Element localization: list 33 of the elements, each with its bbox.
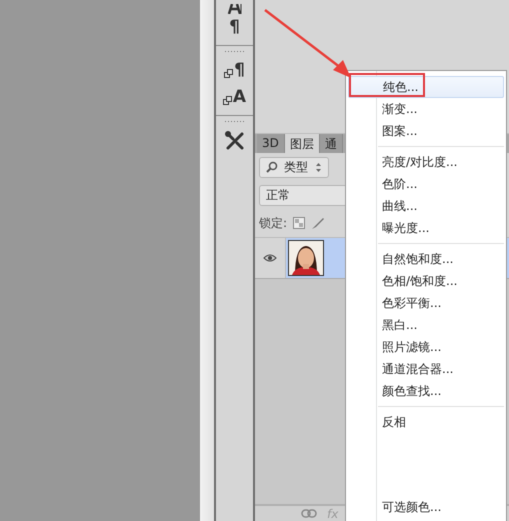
menu-item[interactable]: 通道混合器...: [348, 358, 504, 380]
menu-item[interactable]: 曝光度...: [348, 217, 504, 239]
type-tool-icon[interactable]: [226, 4, 242, 14]
menu-item[interactable]: 黑白...: [348, 314, 504, 336]
checkerboard-icon[interactable]: [293, 217, 306, 229]
grip-handle[interactable]: [216, 115, 253, 122]
menu-item[interactable]: 图案...: [348, 120, 504, 142]
tool-glyph[interactable]: A: [232, 89, 246, 106]
menu-item[interactable]: 颜色查找...: [348, 380, 504, 402]
boxes-icon: [224, 69, 234, 78]
grip-handle[interactable]: [216, 45, 253, 52]
menu-item[interactable]: 色相/饱和度...: [348, 270, 504, 292]
panel-tab[interactable]: 通: [320, 134, 343, 153]
menu-item[interactable]: 纯色...: [348, 76, 504, 98]
panel-tab[interactable]: 3D: [257, 134, 285, 153]
eye-icon[interactable]: [263, 253, 277, 263]
menu-item[interactable]: 亮度/对比度...: [348, 151, 504, 173]
menu-item[interactable]: 渐变...: [348, 98, 504, 120]
menu-item[interactable]: 反相: [348, 411, 504, 433]
lock-label: 锁定:: [259, 214, 288, 232]
tools-icon[interactable]: [224, 130, 246, 152]
menu-item[interactable]: 色彩平衡...: [348, 292, 504, 314]
panel-tab[interactable]: 图层: [284, 134, 320, 153]
brush-icon[interactable]: [311, 216, 326, 230]
search-icon: [266, 161, 278, 173]
link-icon: [301, 509, 317, 518]
updown-icon: [315, 162, 322, 172]
tool-glyph[interactable]: ¶: [229, 19, 240, 36]
boxes-icon: [222, 96, 232, 105]
menu-item[interactable]: 照片滤镜...: [348, 336, 504, 358]
filter-dropdown[interactable]: 类型: [259, 156, 329, 178]
menu-item[interactable]: 可选颜色...: [348, 496, 504, 518]
tool-glyph[interactable]: ¶: [234, 62, 245, 79]
